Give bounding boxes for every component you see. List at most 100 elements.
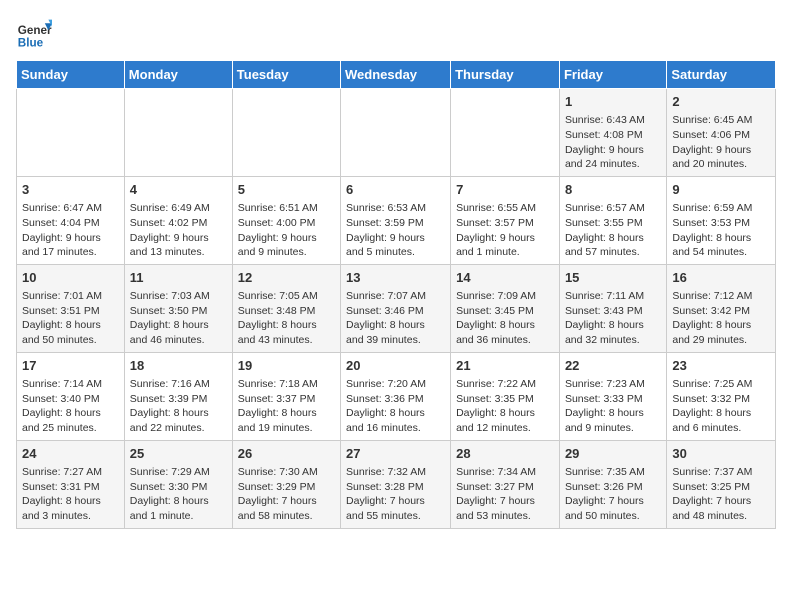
day-number: 15 [565, 269, 661, 287]
day-number: 17 [22, 357, 119, 375]
day-info: Sunrise: 7:29 AM Sunset: 3:30 PM Dayligh… [130, 465, 227, 524]
day-info: Sunrise: 7:11 AM Sunset: 3:43 PM Dayligh… [565, 289, 661, 348]
day-number: 21 [456, 357, 554, 375]
day-number: 11 [130, 269, 227, 287]
day-number: 9 [672, 181, 770, 199]
calendar-cell: 25Sunrise: 7:29 AM Sunset: 3:30 PM Dayli… [124, 440, 232, 528]
day-info: Sunrise: 7:34 AM Sunset: 3:27 PM Dayligh… [456, 465, 554, 524]
calendar-header-row: SundayMondayTuesdayWednesdayThursdayFrid… [17, 61, 776, 89]
day-info: Sunrise: 7:25 AM Sunset: 3:32 PM Dayligh… [672, 377, 770, 436]
calendar-cell: 30 Sunrise: 7:37 AM Sunset: 3:25 PM Dayli… [667, 440, 776, 528]
calendar-cell [451, 89, 560, 177]
calendar-cell: 12Sunrise: 7:05 AM Sunset: 3:48 PM Dayli… [232, 264, 340, 352]
calendar-cell: 24Sunrise: 7:27 AM Sunset: 3:31 PM Dayli… [17, 440, 125, 528]
day-info: Sunrise: 6:43 AM Sunset: 4:08 PM Dayligh… [565, 113, 661, 172]
calendar-week-row: 3 Sunrise: 6:47 AM Sunset: 4:04 PM Daylig… [17, 176, 776, 264]
col-header-saturday: Saturday [667, 61, 776, 89]
calendar-cell: 13 Sunrise: 7:07 AM Sunset: 3:46 PM Dayli… [341, 264, 451, 352]
day-info: Sunrise: 7:37 AM Sunset: 3:25 PM Dayligh… [672, 465, 770, 524]
day-info: Sunrise: 7:07 AM Sunset: 3:46 PM Dayligh… [346, 289, 445, 348]
calendar-cell: 8 Sunrise: 6:57 AM Sunset: 3:55 PM Daylig… [559, 176, 666, 264]
calendar-cell: 1 Sunrise: 6:43 AM Sunset: 4:08 PM Daylig… [559, 89, 666, 177]
day-info: Sunrise: 6:57 AM Sunset: 3:55 PM Dayligh… [565, 201, 661, 260]
day-info: Sunrise: 7:03 AM Sunset: 3:50 PM Dayligh… [130, 289, 227, 348]
col-header-wednesday: Wednesday [341, 61, 451, 89]
day-number: 27 [346, 445, 445, 463]
calendar-cell: 14 Sunrise: 7:09 AM Sunset: 3:45 PM Dayli… [451, 264, 560, 352]
day-number: 8 [565, 181, 661, 199]
day-number: 18 [130, 357, 227, 375]
calendar-cell: 27 Sunrise: 7:32 AM Sunset: 3:28 PM Dayli… [341, 440, 451, 528]
day-number: 19 [238, 357, 335, 375]
day-number: 20 [346, 357, 445, 375]
calendar-cell [232, 89, 340, 177]
calendar-cell: 9 Sunrise: 6:59 AM Sunset: 3:53 PM Daylig… [667, 176, 776, 264]
day-number: 28 [456, 445, 554, 463]
svg-text:Blue: Blue [18, 37, 44, 50]
day-number: 4 [130, 181, 227, 199]
day-info: Sunrise: 6:45 AM Sunset: 4:06 PM Dayligh… [672, 113, 770, 172]
calendar-week-row: 17 Sunrise: 7:14 AM Sunset: 3:40 PM Dayli… [17, 352, 776, 440]
calendar-cell: 10Sunrise: 7:01 AM Sunset: 3:51 PM Dayli… [17, 264, 125, 352]
day-info: Sunrise: 7:30 AM Sunset: 3:29 PM Dayligh… [238, 465, 335, 524]
day-number: 7 [456, 181, 554, 199]
day-info: Sunrise: 6:47 AM Sunset: 4:04 PM Dayligh… [22, 201, 119, 260]
calendar-cell: 29Sunrise: 7:35 AM Sunset: 3:26 PM Dayli… [559, 440, 666, 528]
calendar-cell: 4Sunrise: 6:49 AM Sunset: 4:02 PM Daylig… [124, 176, 232, 264]
day-info: Sunrise: 7:32 AM Sunset: 3:28 PM Dayligh… [346, 465, 445, 524]
calendar-cell: 2 Sunrise: 6:45 AM Sunset: 4:06 PM Daylig… [667, 89, 776, 177]
calendar-cell: 16 Sunrise: 7:12 AM Sunset: 3:42 PM Dayli… [667, 264, 776, 352]
calendar-cell: 5 Sunrise: 6:51 AM Sunset: 4:00 PM Daylig… [232, 176, 340, 264]
calendar-cell: 23 Sunrise: 7:25 AM Sunset: 3:32 PM Dayli… [667, 352, 776, 440]
calendar-cell: 26Sunrise: 7:30 AM Sunset: 3:29 PM Dayli… [232, 440, 340, 528]
day-info: Sunrise: 7:14 AM Sunset: 3:40 PM Dayligh… [22, 377, 119, 436]
logo: General Blue [16, 16, 56, 52]
day-info: Sunrise: 6:51 AM Sunset: 4:00 PM Dayligh… [238, 201, 335, 260]
calendar-cell: 18 Sunrise: 7:16 AM Sunset: 3:39 PM Dayli… [124, 352, 232, 440]
day-number: 13 [346, 269, 445, 287]
calendar-cell: 7Sunrise: 6:55 AM Sunset: 3:57 PM Daylig… [451, 176, 560, 264]
calendar-cell: 19 Sunrise: 7:18 AM Sunset: 3:37 PM Dayli… [232, 352, 340, 440]
day-number: 22 [565, 357, 661, 375]
day-number: 2 [672, 93, 770, 111]
day-number: 30 [672, 445, 770, 463]
calendar-week-row: 24Sunrise: 7:27 AM Sunset: 3:31 PM Dayli… [17, 440, 776, 528]
logo-icon: General Blue [16, 16, 52, 52]
calendar-cell: 11 Sunrise: 7:03 AM Sunset: 3:50 PM Dayli… [124, 264, 232, 352]
day-number: 23 [672, 357, 770, 375]
calendar-cell: 21 Sunrise: 7:22 AM Sunset: 3:35 PM Dayli… [451, 352, 560, 440]
calendar-cell: 6Sunrise: 6:53 AM Sunset: 3:59 PM Daylig… [341, 176, 451, 264]
col-header-tuesday: Tuesday [232, 61, 340, 89]
calendar-week-row: 1 Sunrise: 6:43 AM Sunset: 4:08 PM Daylig… [17, 89, 776, 177]
day-number: 3 [22, 181, 119, 199]
day-info: Sunrise: 6:59 AM Sunset: 3:53 PM Dayligh… [672, 201, 770, 260]
calendar-table: SundayMondayTuesdayWednesdayThursdayFrid… [16, 60, 776, 529]
day-info: Sunrise: 7:12 AM Sunset: 3:42 PM Dayligh… [672, 289, 770, 348]
day-number: 24 [22, 445, 119, 463]
day-info: Sunrise: 7:20 AM Sunset: 3:36 PM Dayligh… [346, 377, 445, 436]
calendar-cell: 28 Sunrise: 7:34 AM Sunset: 3:27 PM Dayli… [451, 440, 560, 528]
calendar-cell [124, 89, 232, 177]
calendar-cell [17, 89, 125, 177]
day-info: Sunrise: 7:18 AM Sunset: 3:37 PM Dayligh… [238, 377, 335, 436]
day-number: 5 [238, 181, 335, 199]
day-number: 10 [22, 269, 119, 287]
calendar-cell: 22 Sunrise: 7:23 AM Sunset: 3:33 PM Dayli… [559, 352, 666, 440]
day-info: Sunrise: 7:05 AM Sunset: 3:48 PM Dayligh… [238, 289, 335, 348]
day-number: 29 [565, 445, 661, 463]
day-info: Sunrise: 7:23 AM Sunset: 3:33 PM Dayligh… [565, 377, 661, 436]
col-header-monday: Monday [124, 61, 232, 89]
col-header-thursday: Thursday [451, 61, 560, 89]
day-info: Sunrise: 7:16 AM Sunset: 3:39 PM Dayligh… [130, 377, 227, 436]
calendar-cell [341, 89, 451, 177]
day-number: 1 [565, 93, 661, 111]
page-header: General Blue [16, 16, 776, 52]
day-info: Sunrise: 6:53 AM Sunset: 3:59 PM Dayligh… [346, 201, 445, 260]
col-header-sunday: Sunday [17, 61, 125, 89]
calendar-cell: 3 Sunrise: 6:47 AM Sunset: 4:04 PM Daylig… [17, 176, 125, 264]
day-number: 14 [456, 269, 554, 287]
day-number: 16 [672, 269, 770, 287]
calendar-cell: 15 Sunrise: 7:11 AM Sunset: 3:43 PM Dayli… [559, 264, 666, 352]
day-info: Sunrise: 7:09 AM Sunset: 3:45 PM Dayligh… [456, 289, 554, 348]
day-info: Sunrise: 7:22 AM Sunset: 3:35 PM Dayligh… [456, 377, 554, 436]
